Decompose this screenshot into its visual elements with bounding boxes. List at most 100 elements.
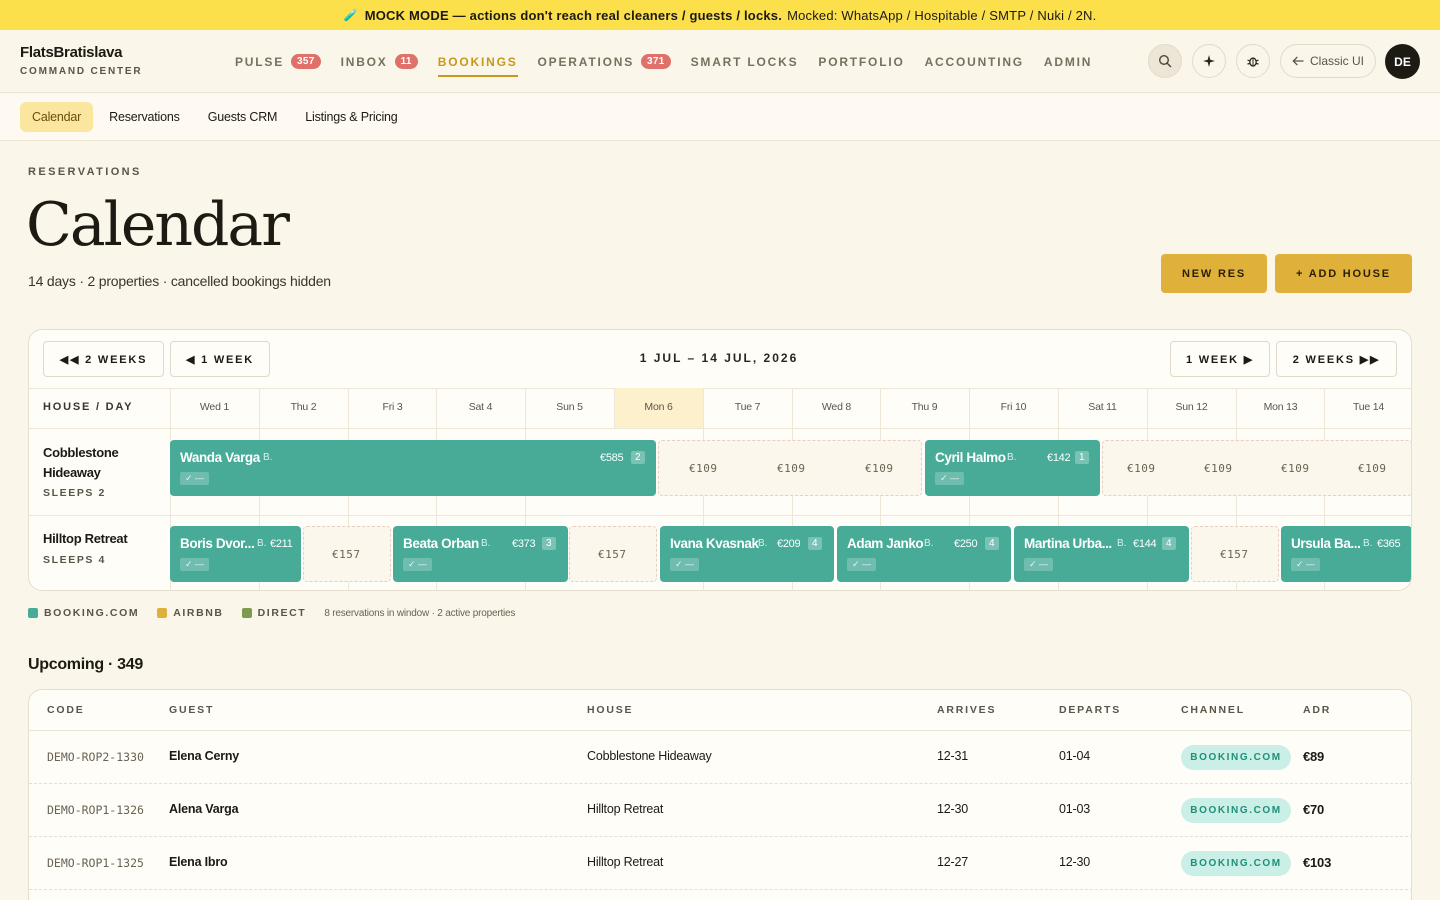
- reservation-code: DEMO-ROP2-1330: [47, 750, 144, 764]
- reservation-code: DEMO-ROP1-1326: [47, 803, 144, 817]
- nav-admin[interactable]: ADMIN: [1044, 30, 1092, 93]
- booking-bar[interactable]: Beata Orban B. €373 3 ✓ —: [393, 526, 568, 582]
- booking-nights: 4: [1162, 537, 1176, 550]
- classic-ui-label: Classic UI: [1309, 54, 1364, 68]
- nav-inbox[interactable]: INBOX 11: [341, 30, 418, 93]
- column-header-departs[interactable]: DEPARTS: [1059, 704, 1121, 716]
- nav-label: INBOX: [340, 54, 388, 69]
- column-header-channel[interactable]: CHANNEL: [1181, 704, 1245, 716]
- user-avatar[interactable]: DE: [1385, 44, 1420, 79]
- booking-channel: B.: [1117, 538, 1127, 549]
- day-label: Fri 3: [382, 401, 403, 413]
- prev-1-week-button[interactable]: ◀ 1 WEEK: [170, 341, 270, 377]
- next-1-week-button[interactable]: 1 WEEK ▶: [1170, 341, 1270, 377]
- booking-guest: Ivana Kvasnak: [670, 536, 759, 551]
- legend-label: DIRECT: [257, 607, 307, 619]
- property-name[interactable]: Hilltop Retreat: [43, 529, 173, 549]
- table-row[interactable]: DEMO-ROP1-1325 Elena Ibro Hilltop Retrea…: [29, 836, 1411, 889]
- column-header-guest[interactable]: GUEST: [169, 704, 214, 716]
- booking-price: €144: [1133, 538, 1157, 550]
- table-row[interactable]: DEMO-ROP2-1330 Elena Cerny Cobblestone H…: [29, 730, 1411, 783]
- nav-label: BOOKINGS: [437, 54, 518, 69]
- legend-item: BOOKING.COM: [28, 607, 139, 619]
- day-label: Thu 2: [290, 401, 317, 413]
- nightly-price: €109: [777, 462, 806, 475]
- day-label: Tue 7: [734, 401, 761, 413]
- mock-mode-banner: 🧪 MOCK MODE — actions don't reach real c…: [0, 0, 1440, 30]
- house-name: Hilltop Retreat: [587, 802, 664, 816]
- table-row[interactable]: DEMO-ROP1-1326 Alena Varga Hilltop Retre…: [29, 783, 1411, 836]
- legend-label: BOOKING.COM: [44, 607, 140, 619]
- day-label: Sun 12: [1175, 401, 1208, 413]
- prev-2-weeks-button[interactable]: ◀◀ 2 WEEKS: [43, 341, 164, 377]
- legend-swatch: [241, 608, 252, 618]
- day-label: Sat 4: [468, 401, 493, 413]
- subtab-calendar[interactable]: Calendar: [20, 101, 94, 132]
- booking-channel: B.: [481, 538, 491, 549]
- debug-button[interactable]: [1236, 44, 1270, 78]
- nav-operations[interactable]: OPERATIONS 371: [538, 30, 671, 93]
- table-row[interactable]: [29, 889, 1411, 900]
- ai-assistant-button[interactable]: [1192, 44, 1226, 78]
- nav-pulse[interactable]: PULSE 357: [235, 30, 321, 93]
- column-header-arrives[interactable]: ARRIVES: [937, 704, 996, 716]
- booking-bar[interactable]: Boris Dvor... B. €211 ✓ —: [170, 526, 301, 582]
- nav-label: PORTFOLIO: [818, 54, 905, 69]
- new-reservation-button[interactable]: NEW RES: [1161, 254, 1267, 293]
- nav-label: ADMIN: [1043, 54, 1093, 69]
- nav-smart-locks[interactable]: SMART LOCKS: [691, 30, 799, 93]
- departure-date: 01-04: [1059, 749, 1090, 763]
- subtab-reservations[interactable]: Reservations: [97, 102, 192, 132]
- upcoming-table: CODE GUEST HOUSE ARRIVES DEPARTS CHANNEL…: [28, 689, 1412, 900]
- column-header-house[interactable]: HOUSE: [587, 704, 633, 716]
- booking-price: €209: [777, 538, 801, 550]
- arrow-left-icon: [1292, 56, 1304, 66]
- subtab-guests-crm[interactable]: Guests CRM: [196, 102, 290, 132]
- booking-bar[interactable]: Ivana Kvasnak B. €209 4 ✓ —: [660, 526, 834, 582]
- checkin-status-chip: ✓ —: [403, 558, 433, 571]
- booking-bar[interactable]: Adam Janko B. €250 4 ✓ —: [837, 526, 1011, 582]
- booking-guest: Beata Orban: [403, 536, 479, 551]
- subtab-listings-pricing[interactable]: Listings & Pricing: [293, 102, 409, 132]
- checkin-status-chip: ✓ —: [1291, 558, 1321, 571]
- booking-channel: B.: [257, 538, 267, 549]
- nav-accounting[interactable]: ACCOUNTING: [925, 30, 1024, 93]
- column-header-code[interactable]: CODE: [47, 704, 85, 716]
- booking-bar[interactable]: Cyril Halmo B. €142 1 ✓ —: [925, 440, 1100, 496]
- booking-bar[interactable]: Martina Urba... B. €144 4 ✓ —: [1014, 526, 1189, 582]
- nav-bookings[interactable]: BOOKINGS: [437, 30, 518, 93]
- booking-channel: B.: [758, 538, 768, 549]
- channel-badge: BOOKING.COM: [1181, 798, 1291, 823]
- nightly-price: €109: [689, 462, 718, 475]
- arrival-date: 12-31: [937, 749, 968, 763]
- next-2-weeks-button[interactable]: 2 WEEKS ▶▶: [1276, 341, 1397, 377]
- nav-portfolio[interactable]: PORTFOLIO: [818, 30, 904, 93]
- classic-ui-button[interactable]: Classic UI: [1280, 44, 1376, 78]
- checkin-status-chip: ✓ —: [847, 558, 877, 571]
- booking-bar[interactable]: Wanda Varga B. €585 2 ✓ —: [170, 440, 656, 496]
- free-slot[interactable]: €109 €109 €109 €109: [1102, 440, 1411, 496]
- day-label: Tue 14: [1352, 401, 1385, 413]
- legend-swatch: [28, 608, 38, 618]
- guest-name: Alena Varga: [169, 802, 239, 816]
- checkin-status-chip: ✓ —: [180, 558, 210, 571]
- property-name[interactable]: Cobblestone Hideaway: [43, 443, 163, 483]
- booking-nights: 4: [808, 537, 822, 550]
- free-slot[interactable]: €109 €109 €109: [658, 440, 922, 496]
- nav-badge: 357: [291, 54, 321, 69]
- brand[interactable]: FlatsBratislava COMMAND CENTER: [20, 44, 142, 77]
- nightly-price: €157: [598, 548, 627, 561]
- arrival-date: 12-27: [937, 855, 968, 869]
- day-label: Thu 9: [911, 401, 938, 413]
- free-slot[interactable]: €157: [303, 526, 391, 582]
- property-sleeps: SLEEPS 2: [43, 487, 106, 499]
- day-label: Sun 5: [556, 401, 583, 413]
- column-header-adr[interactable]: ADR: [1303, 704, 1331, 716]
- free-slot[interactable]: €157: [1191, 526, 1279, 582]
- search-button[interactable]: [1148, 44, 1182, 78]
- add-house-button[interactable]: + ADD HOUSE: [1275, 254, 1412, 293]
- nav-label: OPERATIONS: [537, 54, 634, 69]
- free-slot[interactable]: €157: [569, 526, 657, 582]
- booking-bar[interactable]: Ursula Ba... B. €365 ✓ —: [1281, 526, 1411, 582]
- channel-badge: BOOKING.COM: [1181, 745, 1291, 770]
